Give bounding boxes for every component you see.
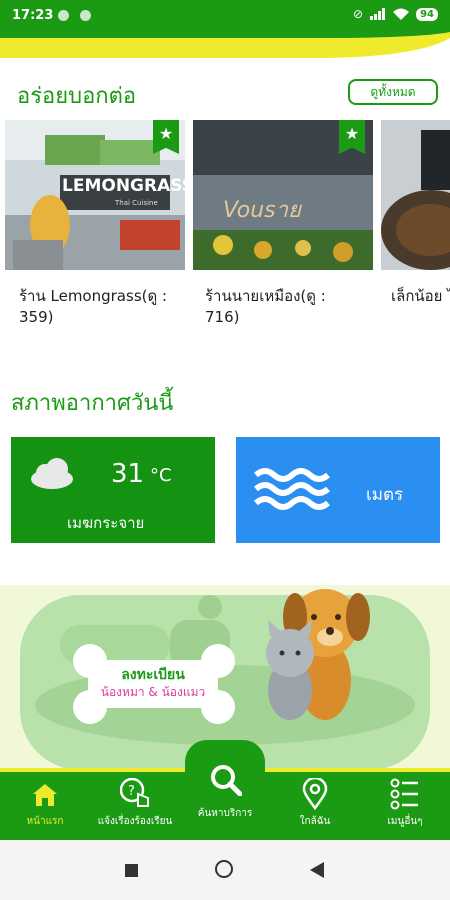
restaurant-name: ร้าน Lemongrass(ดู : 359)	[19, 287, 168, 326]
weather-temperature-card[interactable]: 31 °C เมฆกระจาย	[11, 437, 215, 543]
shop-sign-text: Vousาย	[223, 198, 301, 223]
system-navigation-bar	[0, 840, 450, 900]
menu-list-icon	[390, 778, 418, 810]
nav-label: ค้นหาบริการ	[197, 808, 253, 819]
wifi-icon	[393, 8, 410, 20]
location-pin-icon	[302, 778, 328, 810]
home-icon	[33, 784, 57, 806]
restaurant-card[interactable]: เล็กน้อย ไก่(ดู : 2	[381, 120, 450, 340]
complaint-icon: ?	[120, 778, 149, 807]
svg-text:?: ?	[128, 784, 135, 799]
banner-subtitle: น้องหมา & น้องแมว	[100, 685, 206, 699]
nav-item-search[interactable]: ค้นหาบริการ	[180, 748, 270, 836]
restaurant-card[interactable]: Vousาย ★ ร้านนายเหมือง(ดู : 716)	[193, 120, 373, 340]
nav-item-complaint[interactable]: ? แจ้งเรื่องร้องเรียน	[90, 770, 180, 838]
wave-icon	[254, 468, 330, 510]
nav-label: ใกล้ฉัน	[299, 816, 331, 827]
restaurant-name: ร้านนายเหมือง(ดู : 716)	[205, 287, 326, 326]
view-all-button[interactable]: ดูทั้งหมด	[348, 79, 438, 105]
restaurant-card[interactable]: LEMONGRASS Thai Cuisine ★ ร้าน Lemongras…	[5, 120, 185, 340]
search-icon	[211, 765, 242, 796]
nav-label: เมนูอื่นๆ	[387, 816, 423, 827]
status-icons: ⊘ 94	[353, 7, 438, 21]
shop-sign-subtext: Thai Cuisine	[115, 199, 158, 207]
recents-button[interactable]	[125, 864, 138, 877]
cloud-icon	[31, 458, 73, 489]
weather-wave-card[interactable]: เมตร	[236, 437, 440, 543]
nav-item-more-menu[interactable]: เมนูอื่นๆ	[360, 770, 450, 838]
restaurant-photo	[381, 120, 450, 270]
header-curve	[0, 30, 450, 70]
weather-condition: เมฆกระจาย	[67, 514, 145, 532]
status-time: 17:23	[12, 8, 54, 23]
mute-icon: ⊘	[353, 7, 364, 21]
home-system-button[interactable]	[215, 860, 233, 878]
restaurant-carousel[interactable]: LEMONGRASS Thai Cuisine ★ ร้าน Lemongras…	[0, 120, 450, 340]
nav-item-home[interactable]: หน้าแรก	[0, 770, 90, 838]
battery-icon: 94	[416, 7, 438, 21]
shop-sign-text: LEMONGRASS	[62, 176, 185, 196]
temperature-value: 31	[111, 459, 145, 489]
nav-label: แจ้งเรื่องร้องเรียน	[97, 816, 173, 827]
wave-height-unit: เมตร	[366, 485, 404, 505]
restaurant-name: เล็กน้อย ไก่(ดู : 2	[391, 287, 450, 305]
temperature-unit: °C	[150, 465, 172, 486]
status-bar: 17:23 ⊘ 94	[0, 0, 450, 32]
nav-label: หน้าแรก	[26, 816, 64, 827]
section-title-weather: สภาพอากาศวันนี้	[11, 391, 174, 416]
section-title-recommended: อร่อยบอกต่อ	[17, 84, 137, 109]
signal-icon	[370, 8, 386, 20]
notification-dot-icon	[58, 10, 69, 21]
notification-dot-icon	[80, 10, 91, 21]
back-button[interactable]	[310, 862, 324, 878]
nav-item-nearby[interactable]: ใกล้ฉัน	[270, 770, 360, 838]
